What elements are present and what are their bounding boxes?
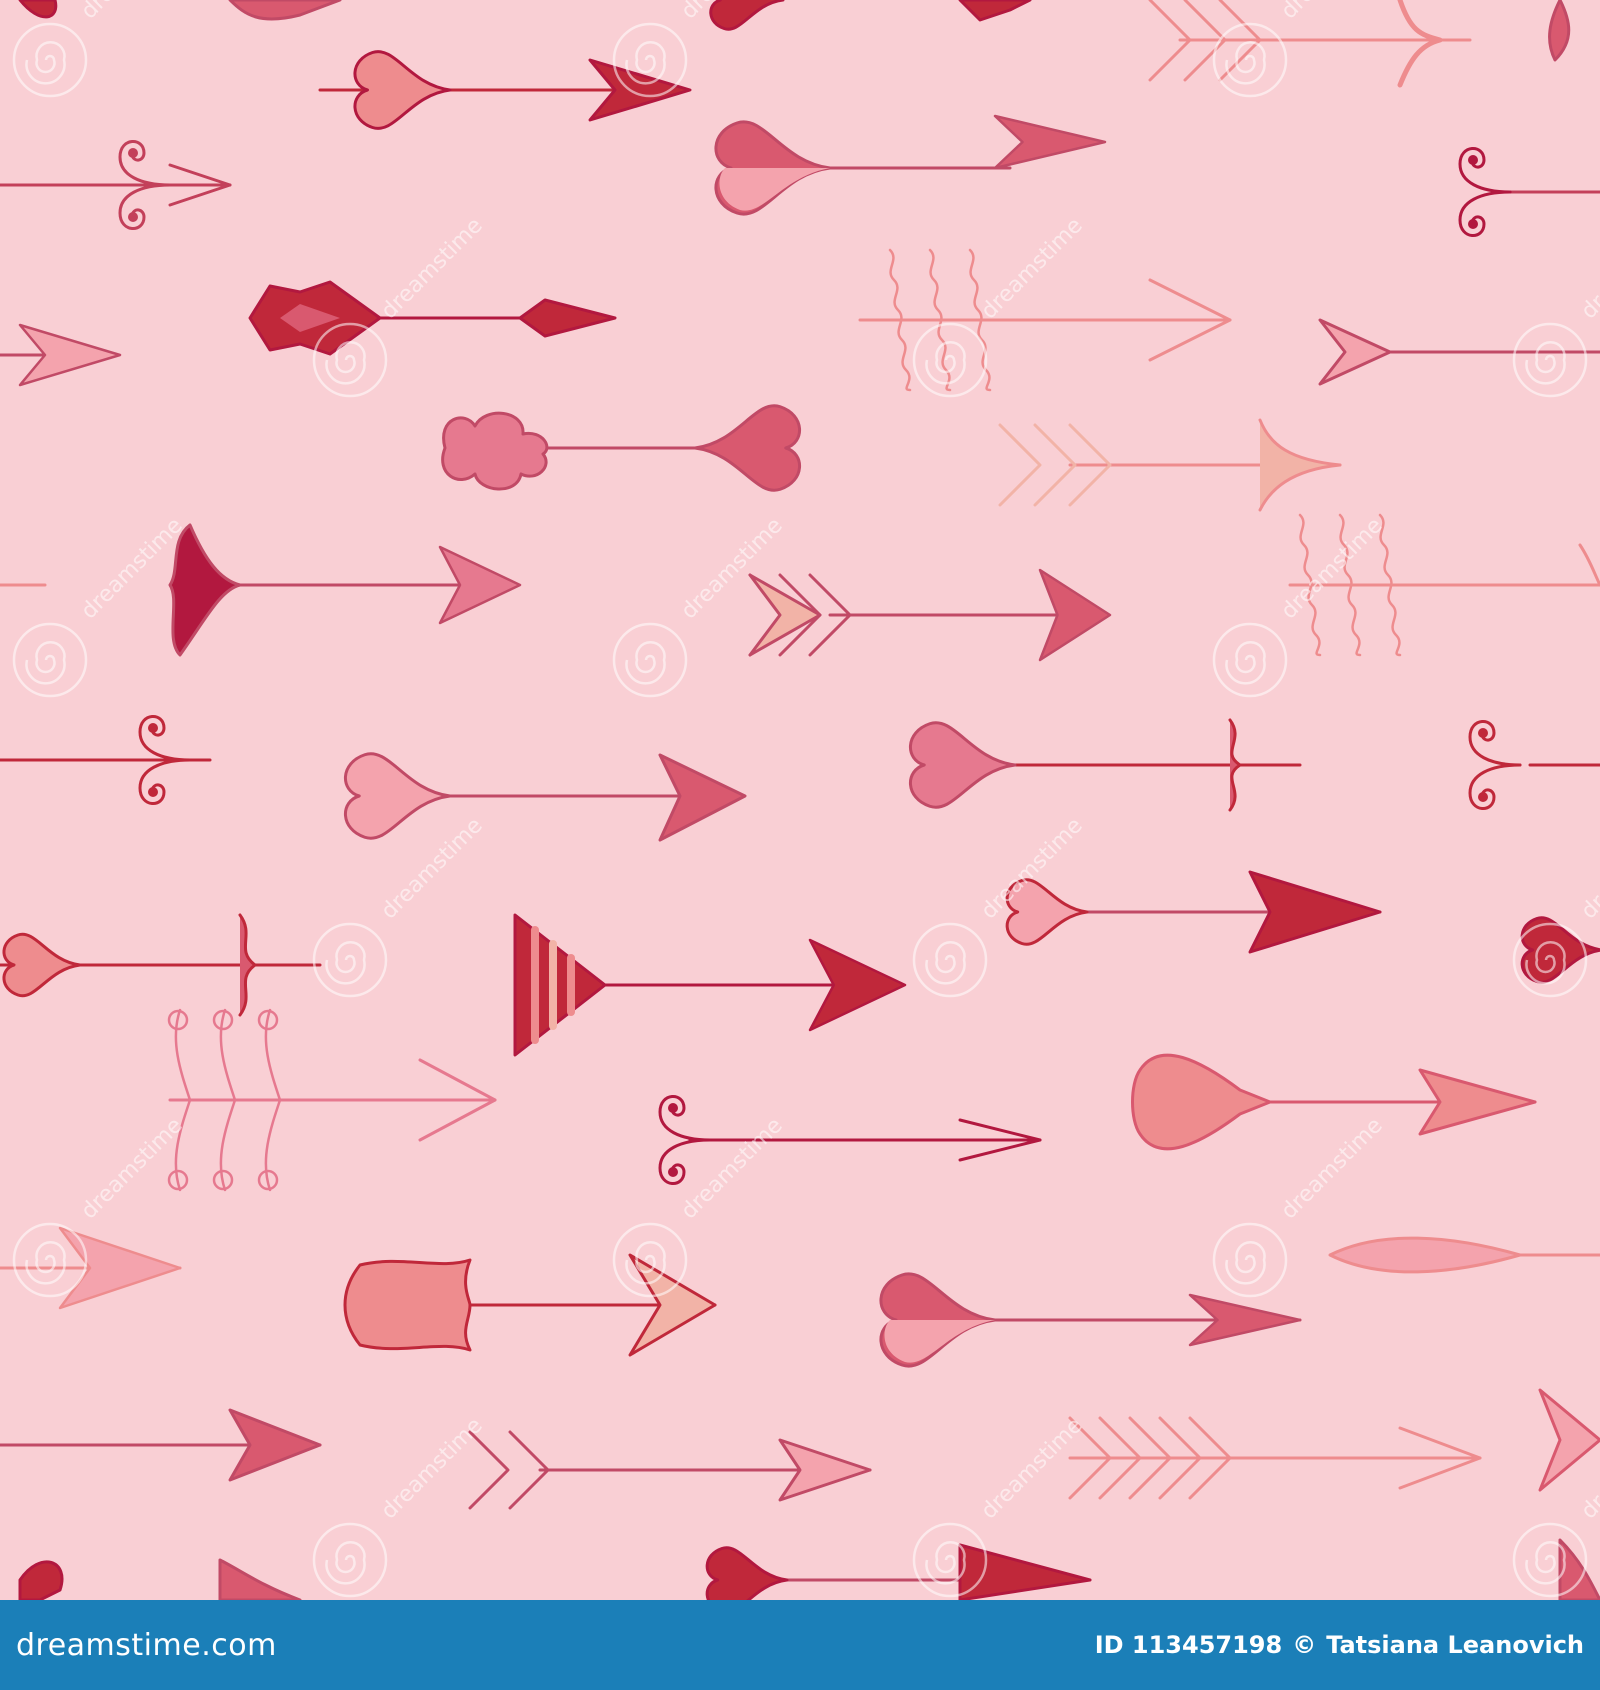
curl-dot [148, 787, 158, 797]
curl-dot [1478, 728, 1488, 738]
curl-dot [148, 723, 158, 733]
arrow-pattern-illustration: dreamstime dreamstimedreamstime dreamstime… [0, 0, 1600, 1600]
image-id: ID 113457198 [1094, 1631, 1283, 1659]
credit-line: ID 113457198 © Tatsiana Leanovich [1095, 1631, 1584, 1659]
curl-dot [668, 1167, 678, 1177]
curl-dot [1468, 155, 1478, 165]
wavy-fletching [343, 1258, 472, 1352]
brand-text[interactable]: dreamstime.com [16, 1628, 277, 1663]
curl-dot [128, 212, 138, 222]
pattern-background [0, 0, 1600, 1600]
author-name: Tatsiana Leanovich [1326, 1631, 1584, 1659]
curl-dot [1478, 792, 1488, 802]
curl-dot [1468, 219, 1478, 229]
curl-dot [668, 1103, 678, 1113]
curl-dot [128, 148, 138, 158]
copyright-icon: © [1292, 1631, 1317, 1659]
footer-bar: dreamstime.com ID 113457198 © Tatsiana L… [0, 1600, 1600, 1690]
